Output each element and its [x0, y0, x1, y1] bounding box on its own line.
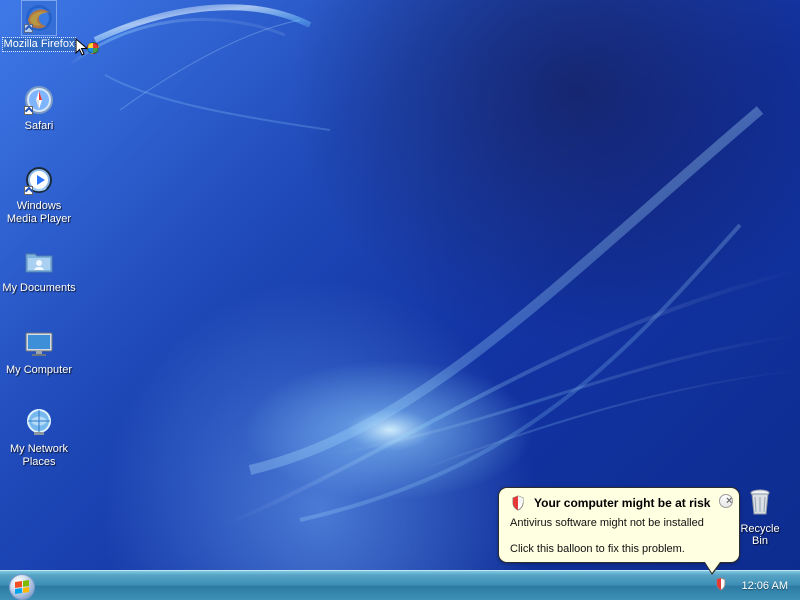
security-balloon[interactable]: Your computer might be at risk Antivirus… [498, 487, 740, 575]
desktop-icon-safari[interactable]: Safari [1, 84, 77, 133]
desktop-icon-windows-media-player[interactable]: Windows Media Player [1, 164, 77, 226]
desktop-icon-label: Windows Media Player [6, 200, 72, 225]
shortcut-arrow-icon [24, 24, 33, 33]
shortcut-arrow-icon [24, 106, 33, 115]
desktop-icon-label: Mozilla Firefox [1, 37, 77, 52]
network-globe-icon [23, 407, 55, 439]
taskbar: 12:06 AM [0, 570, 800, 600]
folder-icon [23, 246, 55, 278]
balloon-message: Antivirus software might not be installe… [510, 517, 704, 529]
desktop-icon-label: Recycle Bin [740, 523, 780, 547]
desktop-icon-label: My Computer [5, 364, 73, 376]
desktop-icon-label: Safari [24, 120, 54, 132]
recycle-bin-icon [744, 487, 776, 519]
desktop-icon-my-network-places[interactable]: My Network Places [1, 407, 77, 469]
desktop-icon-my-computer[interactable]: My Computer [1, 328, 77, 377]
security-shield-icon [512, 495, 524, 511]
system-tray: 12:06 AM [708, 571, 800, 600]
desktop-icon-recycle-bin[interactable]: Recycle Bin [733, 487, 787, 547]
busy-indicator-icon [87, 42, 99, 54]
safari-icon [23, 84, 55, 116]
shortcut-arrow-icon [24, 186, 33, 195]
close-icon: × [726, 495, 733, 507]
desktop-icon-my-documents[interactable]: My Documents [1, 246, 77, 295]
desktop: Mozilla Firefox Safari Windows Media Pla… [0, 0, 800, 600]
windows-media-player-icon [23, 164, 55, 196]
windows-logo-icon [15, 580, 29, 594]
balloon-fix-link[interactable]: Click this balloon to fix this problem. [510, 543, 685, 555]
computer-icon [23, 328, 55, 360]
clock[interactable]: 12:06 AM [742, 580, 788, 592]
security-shield-icon[interactable] [715, 577, 727, 591]
firefox-icon [21, 0, 57, 36]
desktop-icon-label: My Network Places [9, 443, 69, 468]
desktop-icon-mozilla-firefox[interactable]: Mozilla Firefox [1, 0, 77, 52]
start-button[interactable] [9, 574, 35, 600]
desktop-icon-label: My Documents [2, 282, 76, 294]
balloon-title: Your computer might be at risk [534, 496, 711, 510]
close-button[interactable]: × [719, 494, 733, 508]
